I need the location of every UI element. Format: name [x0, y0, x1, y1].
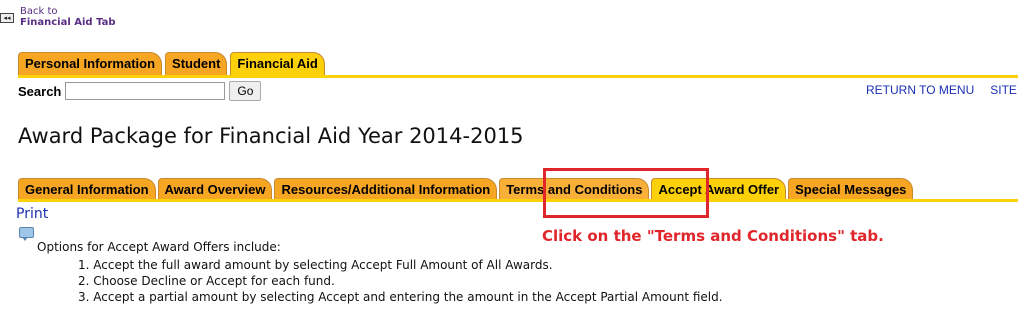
tab-award-overview[interactable]: Award Overview: [157, 178, 273, 201]
list-item: 3. Accept a partial amount by selecting …: [78, 290, 723, 304]
back-link-line1: Back to: [20, 6, 58, 17]
search-label: Search: [18, 83, 62, 99]
award-sub-tab-bar: General Information Award Overview Resou…: [18, 176, 914, 201]
main-tab-bar: Personal Information Student Financial A…: [18, 50, 325, 76]
tab-special-messages[interactable]: Special Messages: [788, 178, 914, 201]
search-input[interactable]: [65, 82, 226, 100]
list-item: 1. Accept the full award amount by selec…: [78, 258, 553, 272]
back-link-text[interactable]: Back to Financial Aid Tab: [20, 6, 116, 28]
search-row: Search Go: [18, 81, 262, 101]
back-arrow-icon[interactable]: ◂◂: [0, 13, 14, 23]
comment-icon: [19, 227, 34, 241]
tab-student[interactable]: Student: [165, 52, 228, 76]
terms-highlight-box: [543, 168, 709, 218]
main-tab-rule: [18, 75, 1018, 78]
tab-general-information[interactable]: General Information: [18, 178, 156, 201]
back-link-line2: Financial Aid Tab: [20, 17, 116, 28]
tab-resources-additional-information[interactable]: Resources/Additional Information: [274, 178, 498, 201]
top-links: RETURN TO MENU SITE: [866, 83, 1018, 97]
options-intro: Options for Accept Award Offers include:: [37, 240, 281, 254]
page-title: Award Package for Financial Aid Year 201…: [18, 124, 524, 148]
tab-personal-information[interactable]: Personal Information: [18, 52, 163, 76]
site-link[interactable]: SITE: [990, 83, 1017, 97]
go-button[interactable]: Go: [229, 81, 262, 101]
back-to-financial-aid-link[interactable]: ◂◂ Back to Financial Aid Tab: [0, 6, 116, 28]
instruction-annotation: Click on the "Terms and Conditions" tab.: [542, 227, 884, 245]
print-link[interactable]: Print: [16, 206, 48, 222]
sub-tab-rule: [18, 199, 1018, 202]
return-to-menu-link[interactable]: RETURN TO MENU: [866, 83, 974, 97]
options-list: 1. Accept the full award amount by selec…: [78, 257, 723, 305]
list-item: 2. Choose Decline or Accept for each fun…: [78, 274, 335, 288]
tab-financial-aid[interactable]: Financial Aid: [230, 52, 325, 76]
